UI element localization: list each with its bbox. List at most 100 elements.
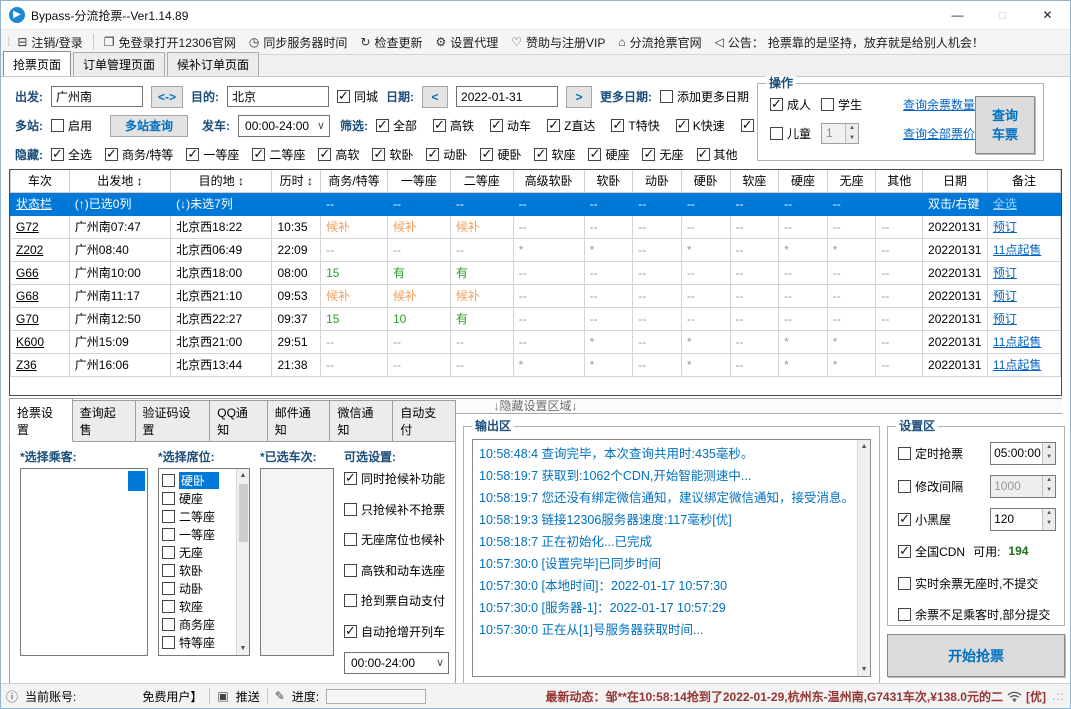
adult-checkbox[interactable]: 成人	[770, 96, 811, 113]
checkbox[interactable]	[318, 146, 332, 162]
checkbox[interactable]	[660, 90, 674, 103]
checkbox[interactable]	[898, 543, 912, 559]
train-row[interactable]: G72 广州南07:47 北京西18:22 10:35 候补 候补 候补 -- -- -- -- --…	[10, 214, 1061, 239]
seat-list-item[interactable]: 特等座	[162, 633, 235, 651]
checkbox-item[interactable]: 全部	[376, 117, 417, 134]
checkbox[interactable]	[186, 146, 200, 162]
stepper-down-icon[interactable]: ▼	[846, 133, 859, 143]
column-header[interactable]: 硬卧	[680, 170, 731, 193]
checkbox[interactable]	[162, 599, 175, 613]
checkbox[interactable]	[344, 623, 357, 639]
scroll-up-icon[interactable]: ▲	[240, 469, 247, 482]
selected-trains-list[interactable]	[260, 468, 334, 656]
定时抢票-stepper[interactable]: 05:00:00 ▲ ▼	[990, 441, 1057, 465]
toolbar-item[interactable]: ♡ 赞助与注册VIP	[511, 34, 605, 51]
date-input[interactable]	[456, 86, 559, 107]
student-checkbox[interactable]: 学生	[821, 96, 862, 113]
checkbox[interactable]	[426, 146, 440, 162]
output-log[interactable]: 10:58:48:4 查询完毕，本次查询共用时:435毫秒。 10:58:19:7…	[472, 439, 872, 677]
checkbox-item[interactable]: 硬座	[588, 146, 629, 163]
checkbox[interactable]	[344, 594, 357, 607]
scroll-down-icon[interactable]: ▼	[861, 663, 868, 676]
tab-QQ通知[interactable]: QQ通知	[210, 400, 268, 442]
stepper-down-icon[interactable]: ▼	[1043, 519, 1056, 530]
stepper-up-icon[interactable]: ▲	[846, 124, 859, 134]
checkbox-item[interactable]: 高铁和动车选座	[344, 562, 449, 579]
tab-抢票设置[interactable]: 抢票设置	[9, 398, 73, 442]
checkbox-item[interactable]: 二等座	[252, 146, 305, 163]
scroll-up-icon[interactable]: ▲	[861, 440, 868, 453]
checkbox[interactable]	[740, 117, 754, 133]
checkbox[interactable]	[105, 146, 119, 162]
checkbox-item[interactable]: 余票不足乘客时,部分提交	[898, 606, 1050, 623]
checkbox-item[interactable]: 硬卧	[480, 146, 521, 163]
seat-list-item[interactable]: 硬座	[162, 489, 235, 507]
checkbox-item[interactable]: 同时抢候补功能	[344, 470, 449, 487]
checkbox-item[interactable]: 商务/特等	[105, 146, 173, 163]
seat-list-item[interactable]: 软卧	[162, 561, 235, 579]
depart-time-select[interactable]: 00:00-24:00 ∨	[238, 114, 331, 137]
checkbox-item[interactable]: 实时余票无座时,不提交	[898, 575, 1038, 592]
seat-list-scrollbar[interactable]: ▲ ▼	[236, 469, 249, 655]
maximize-button[interactable]: □	[980, 1, 1025, 29]
column-header[interactable]: 软卧	[583, 170, 634, 193]
column-header[interactable]: 硬座	[778, 170, 828, 193]
checkbox[interactable]	[162, 617, 175, 631]
stepper-down-icon[interactable]: ▼	[1043, 486, 1056, 497]
checkbox[interactable]	[898, 479, 912, 493]
seat-list[interactable]: 硬卧 硬座 二等座 一等座 无座 软卧 动卧 软座 商务座 特等座 ▲ ▼	[158, 468, 250, 656]
tab-微信通知[interactable]: 微信通知	[330, 400, 394, 442]
checkbox[interactable]	[162, 635, 175, 649]
checkbox-item[interactable]: 抢到票自动支付	[344, 592, 449, 609]
seat-list-item[interactable]: 商务座	[162, 615, 235, 633]
checkbox[interactable]	[162, 473, 175, 487]
same-city-checkbox[interactable]: 同城	[337, 88, 378, 105]
book-link[interactable]: 预订	[993, 289, 1017, 303]
book-link[interactable]: 11点起售	[993, 358, 1041, 372]
checkbox-item[interactable]: 只抢候补不抢票	[344, 501, 449, 518]
train-number[interactable]: G68	[10, 283, 70, 308]
tab-查询起售[interactable]: 查询起售	[72, 400, 136, 442]
child-checkbox[interactable]: 儿童	[770, 125, 811, 142]
checkbox-item[interactable]: 高软	[318, 146, 359, 163]
tab-自动支付[interactable]: 自动支付	[393, 400, 456, 442]
train-row[interactable]: G66 广州南10:00 北京西18:00 08:00 15 有有 -- -- -- -- -- --…	[10, 260, 1061, 285]
column-header[interactable]: 高级软卧	[512, 170, 585, 193]
book-link[interactable]: 预订	[993, 220, 1017, 234]
column-header[interactable]: 动卧	[632, 170, 682, 193]
checkbox[interactable]	[770, 96, 783, 112]
column-header[interactable]: 其他	[875, 170, 924, 193]
checkbox[interactable]	[490, 117, 504, 133]
checkbox[interactable]	[898, 511, 912, 527]
checkbox[interactable]	[770, 127, 783, 140]
next-date-button[interactable]: >	[566, 85, 593, 108]
checkbox-item[interactable]: 无座	[642, 146, 684, 163]
toolbar-item[interactable]: ⚙ 设置代理	[435, 34, 498, 51]
checkbox[interactable]	[344, 563, 357, 577]
checkbox[interactable]	[344, 533, 357, 546]
checkbox-item[interactable]: 自动抢增开列车	[344, 623, 449, 640]
select-all-link[interactable]: 全选	[993, 197, 1017, 211]
book-link[interactable]: 11点起售	[993, 335, 1041, 349]
column-header[interactable]: 备注	[986, 170, 1061, 193]
toolbar-item[interactable]: ↻ 检查更新	[360, 34, 422, 51]
train-number[interactable]: G70	[10, 306, 70, 331]
checkbox-item[interactable]: 无座席位也候补	[344, 531, 449, 548]
close-button[interactable]: ✕	[1025, 1, 1070, 29]
tab-邮件通知[interactable]: 邮件通知	[267, 400, 331, 442]
seat-list-item[interactable]: 二等座	[162, 507, 235, 525]
checkbox-item[interactable]: 动卧	[426, 146, 467, 163]
column-header[interactable]: 无座	[826, 170, 877, 193]
query-prices-link[interactable]: 查询全部票价	[903, 125, 975, 142]
minimize-button[interactable]: —	[935, 1, 980, 29]
checkbox[interactable]	[344, 470, 357, 486]
checkbox[interactable]	[642, 146, 656, 162]
toolbar-item[interactable]: ◷ 同步服务器时间	[249, 34, 348, 51]
stepper-down-icon[interactable]: ▼	[1043, 453, 1056, 464]
start-grabbing-button[interactable]: 开始抢票	[887, 634, 1066, 677]
checkbox[interactable]	[162, 491, 175, 505]
checkbox-item[interactable]: 小黑屋	[898, 511, 990, 528]
checkbox[interactable]	[611, 117, 625, 133]
book-link[interactable]: 11点起售	[993, 243, 1041, 257]
checkbox[interactable]	[534, 146, 548, 162]
